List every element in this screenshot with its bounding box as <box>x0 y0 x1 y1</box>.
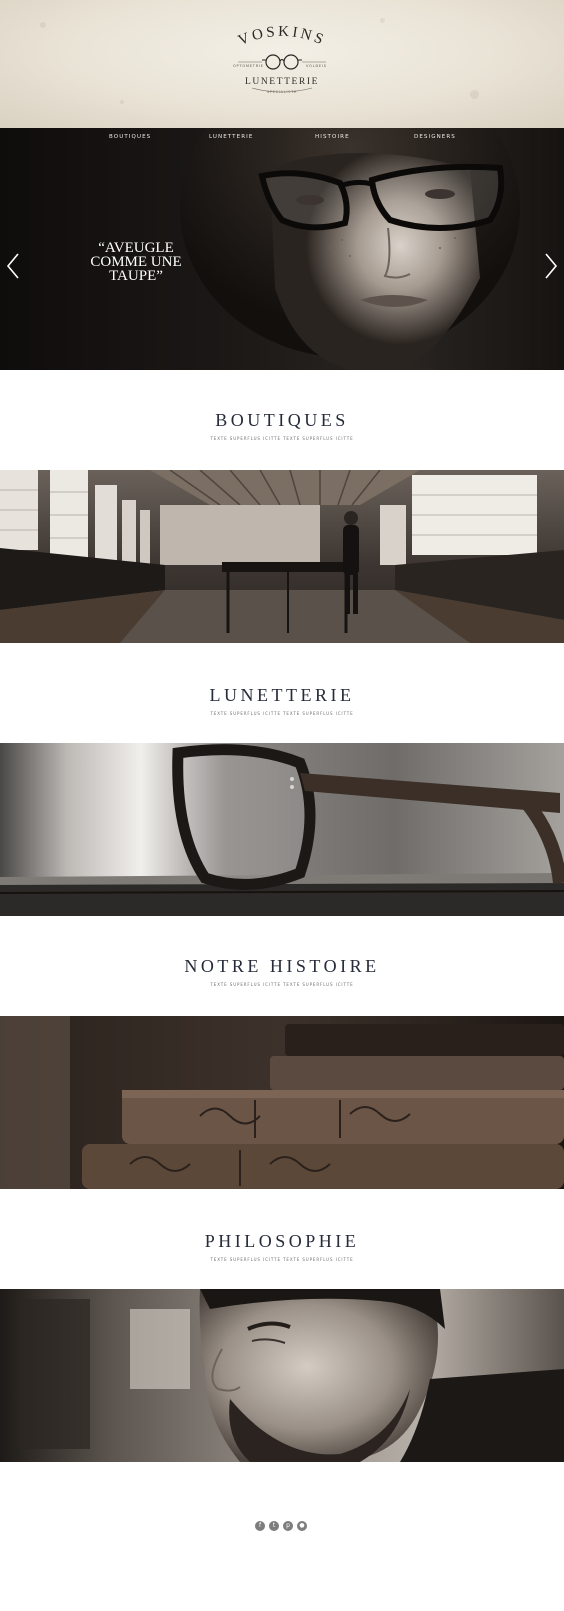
main-nav: BOUTIQUES LUNETTERIE HISTOIRE DESIGNERS <box>0 134 564 148</box>
logo-subtitle: SPECIALISTE <box>266 90 298 94</box>
twitter-icon: t <box>272 1522 276 1529</box>
slider-prev-button[interactable] <box>4 252 22 280</box>
facebook-button[interactable]: f <box>255 1521 265 1531</box>
logo[interactable]: VOSKINS OPTOMETRIE VOLDEIS LUNETTERIE SP… <box>0 0 564 128</box>
pinterest-button[interactable]: p <box>283 1521 293 1531</box>
site-header: VOSKINS OPTOMETRIE VOLDEIS LUNETTERIE SP… <box>0 0 564 128</box>
twitter-button[interactable]: t <box>269 1521 279 1531</box>
section-title[interactable]: LUNETTERIE <box>0 685 564 706</box>
boutique-photo <box>0 470 564 643</box>
nav-item-designers[interactable]: DESIGNERS <box>414 134 456 140</box>
instagram-icon: ● <box>299 1522 305 1529</box>
section-subtitle: TEXTE SUPERFLUS ICITTE TEXTE SUPERFLUS I… <box>210 711 354 716</box>
instagram-button[interactable]: ● <box>297 1521 307 1531</box>
logo-tagline: LUNETTERIE <box>244 77 320 87</box>
svg-text:VOSKINS: VOSKINS <box>236 24 328 49</box>
lunetterie-photo <box>0 743 564 916</box>
section-title[interactable]: PHILOSOPHIE <box>0 1231 564 1252</box>
nav-item-lunetterie[interactable]: LUNETTERIE <box>209 134 253 140</box>
nav-item-boutiques[interactable]: BOUTIQUES <box>109 134 151 140</box>
brand-name: VOSKINS <box>236 24 325 49</box>
section-title[interactable]: NOTRE HISTOIRE <box>0 956 564 977</box>
section-subtitle: TEXTE SUPERFLUS ICITTE TEXTE SUPERFLUS I… <box>210 436 354 441</box>
man-portrait-image <box>0 1289 564 1462</box>
chevron-left-icon <box>6 253 19 279</box>
boutique-interior-image <box>0 470 564 643</box>
section-title[interactable]: BOUTIQUES <box>0 410 564 431</box>
hero-slider: BOUTIQUES LUNETTERIE HISTOIRE DESIGNERS … <box>0 128 564 370</box>
section-philosophie-header: PHILOSOPHIE TEXTE SUPERFLUS ICITTE TEXTE… <box>0 1189 564 1289</box>
nav-item-histoire[interactable]: HISTOIRE <box>315 134 350 140</box>
section-boutiques-header: BOUTIQUES TEXTE SUPERFLUS ICITTE TEXTE S… <box>0 370 564 470</box>
glasses-emblem-icon <box>262 54 302 70</box>
section-histoire-header: NOTRE HISTOIRE TEXTE SUPERFLUS ICITTE TE… <box>0 916 564 1016</box>
social-links: f t p ● <box>255 1521 307 1531</box>
section-lunetterie-header: LUNETTERIE TEXTE SUPERFLUS ICITTE TEXTE … <box>0 643 564 743</box>
chevron-right-icon <box>545 253 558 279</box>
section-subtitle: TEXTE SUPERFLUS ICITTE TEXTE SUPERFLUS I… <box>210 982 354 987</box>
logo-right-caption: VOLDEIS <box>306 64 327 68</box>
section-subtitle: TEXTE SUPERFLUS ICITTE TEXTE SUPERFLUS I… <box>210 1257 354 1262</box>
hero-quote: “AVEUGLE COMME UNE TAUPE” <box>90 240 182 284</box>
histoire-photo <box>0 1016 564 1189</box>
philosophie-photo <box>0 1289 564 1462</box>
slider-next-button[interactable] <box>542 252 560 280</box>
site-footer: f t p ● <box>0 1462 564 1611</box>
antique-books-image <box>0 1016 564 1189</box>
pinterest-icon: p <box>286 1522 290 1529</box>
facebook-icon: f <box>258 1522 262 1529</box>
logo-left-caption: OPTOMETRIE <box>233 64 264 68</box>
glasses-on-book-image <box>0 743 564 916</box>
